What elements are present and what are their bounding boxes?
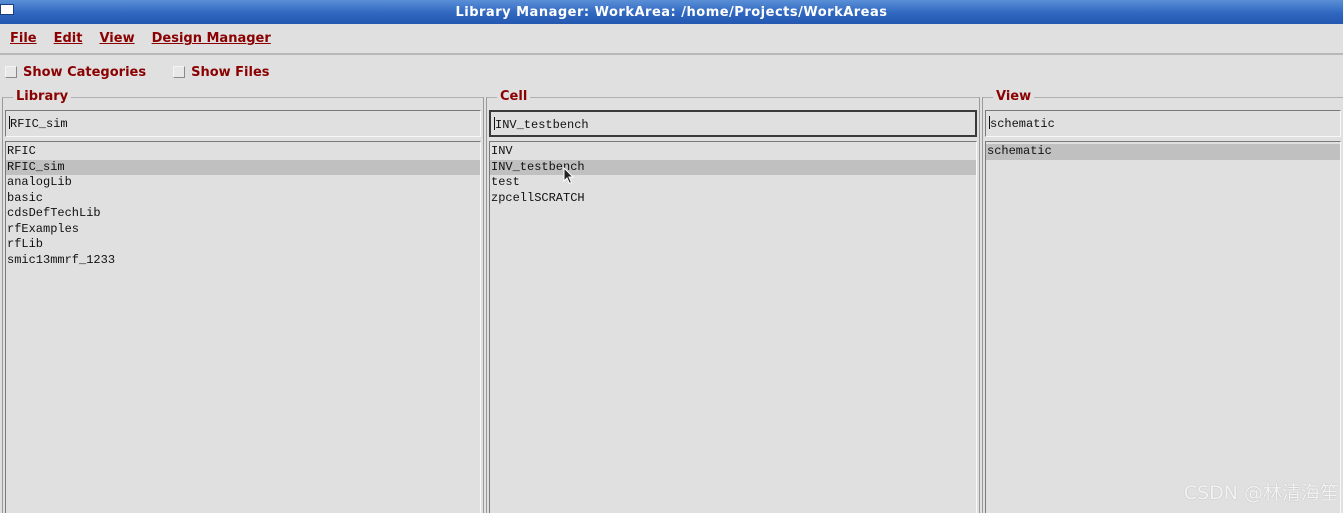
library-list-item-selected[interactable]: RFIC_sim	[6, 159, 480, 175]
view-field-value: schematic	[990, 117, 1055, 131]
library-field-value: RFIC_sim	[10, 117, 68, 131]
library-list-item[interactable]: cdsDefTechLib	[6, 206, 480, 222]
watermark: CSDN @林清海笙	[1183, 482, 1339, 504]
library-field[interactable]: RFIC_sim	[5, 110, 481, 137]
menu-edit-label: Edit	[53, 31, 83, 46]
library-panel-title: Library	[13, 89, 72, 104]
library-list-item[interactable]: analogLib	[6, 175, 480, 191]
menu-view-label: View	[99, 31, 135, 46]
menu-view[interactable]: View	[99, 31, 134, 46]
cell-list-item[interactable]: INV	[490, 144, 976, 160]
cell-panel-title: Cell	[497, 89, 531, 104]
library-list-item[interactable]: RFIC	[6, 144, 480, 160]
view-panel-title: View	[993, 89, 1035, 104]
library-panel: Library RFIC_sim RFIC RFIC_sim analogLib…	[2, 89, 484, 513]
window-menu-icon[interactable]	[0, 4, 14, 15]
show-categories-label: Show Categories	[23, 64, 147, 80]
cell-list-item[interactable]: zpcellSCRATCH	[490, 191, 976, 207]
show-files-option[interactable]: Show Files	[173, 64, 270, 80]
menu-file[interactable]: File	[10, 31, 37, 46]
library-list-item[interactable]: basic	[6, 191, 480, 207]
view-list[interactable]: schematic	[985, 141, 1341, 513]
library-list-item[interactable]: smic13mmrf_1233	[6, 253, 480, 269]
cell-field[interactable]: INV_testbench	[489, 110, 977, 137]
mouse-pointer-icon	[563, 167, 575, 185]
view-list-item-selected[interactable]: schematic	[986, 144, 1340, 160]
library-list-item[interactable]: rfExamples	[6, 222, 480, 238]
view-field[interactable]: schematic	[985, 110, 1341, 137]
menu-bar: File Edit View Design Manager	[0, 24, 1343, 55]
menu-design-manager[interactable]: Design Manager	[152, 31, 271, 46]
show-categories-checkbox[interactable]	[5, 66, 17, 78]
menu-design-manager-label: Design Manager	[151, 31, 271, 46]
cell-list[interactable]: INV INV_testbench test zpcellSCRATCH	[489, 141, 977, 513]
show-files-checkbox[interactable]	[173, 66, 186, 78]
window-title: Library Manager: WorkArea: /home/Project…	[455, 4, 888, 20]
show-categories-option[interactable]: Show Categories	[5, 65, 146, 80]
library-list[interactable]: RFIC RFIC_sim analogLib basic cdsDefTech…	[5, 141, 481, 513]
library-list-item[interactable]: rfLib	[6, 237, 480, 253]
view-panel: View schematic schematic	[982, 89, 1343, 513]
options-bar: Show Categories Show Files	[0, 57, 1343, 87]
cell-field-value: INV_testbench	[495, 118, 589, 132]
window-titlebar[interactable]: Library Manager: WorkArea: /home/Project…	[0, 0, 1343, 24]
menu-file-label: File	[10, 31, 37, 46]
menu-edit[interactable]: Edit	[54, 31, 83, 46]
show-files-label: Show Files	[191, 64, 270, 80]
cell-panel: Cell INV_testbench INV INV_testbench tes…	[486, 89, 980, 513]
